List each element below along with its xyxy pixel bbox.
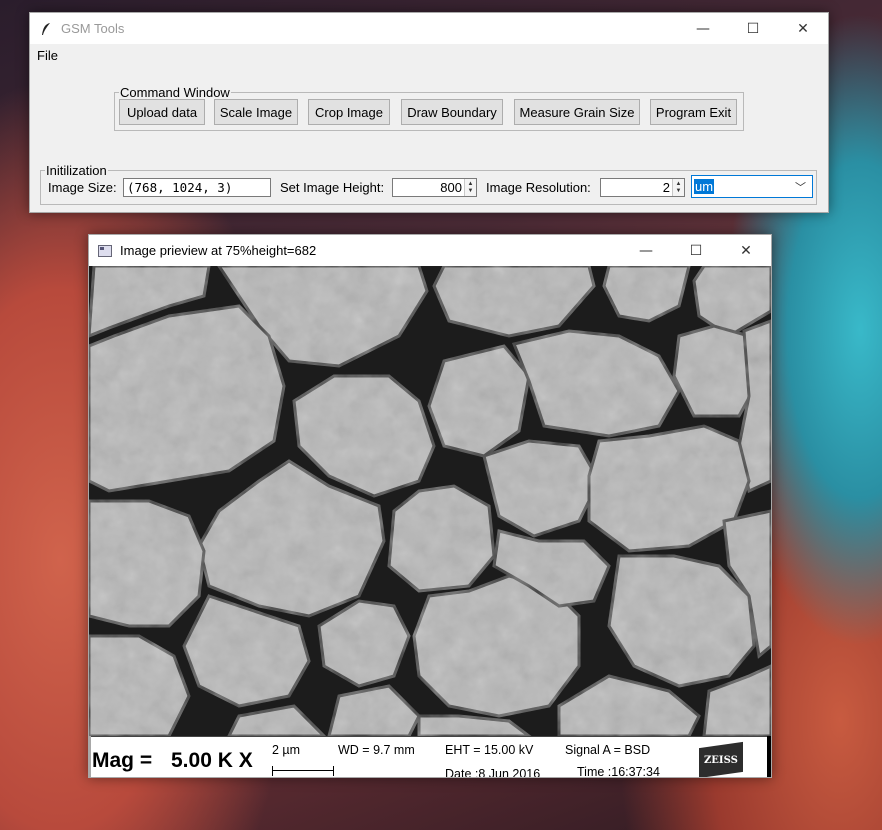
unit-combobox[interactable]: um ﹀	[691, 175, 813, 198]
crop-image-button[interactable]: Crop Image	[308, 99, 390, 125]
scale-bar-label: 2 µm	[272, 743, 301, 757]
date-readout: Date :8 Jun 2016	[445, 767, 541, 777]
scale-image-button[interactable]: Scale Image	[214, 99, 298, 125]
minimize-button[interactable]: —	[678, 13, 728, 44]
mag-label: Mag =	[92, 749, 153, 772]
image-preview-window: Image prieview at 75%height=682 — ☐ ✕ Ma…	[88, 234, 772, 778]
mag-value: 5.00 K X	[171, 749, 253, 772]
initialization-legend: Initilization	[46, 163, 107, 178]
minimize-button[interactable]: —	[621, 235, 671, 266]
spin-arrows-icon[interactable]: ▲ ▼	[464, 179, 476, 196]
image-height-value: 800	[440, 180, 462, 195]
command-window-legend: Command Window	[120, 85, 230, 100]
zeiss-logo: ZEISS	[699, 741, 743, 777]
menubar: File	[30, 44, 828, 66]
measure-grain-size-button[interactable]: Measure Grain Size	[514, 99, 640, 125]
time-readout: Time :16:37:34	[577, 765, 660, 777]
wd-readout: WD = 9.7 mm	[338, 743, 415, 757]
sem-micrograph-image: Mag = 5.00 K X 2 µm WD = 9.7 mm EHT = 15…	[89, 266, 771, 777]
upload-data-button[interactable]: Upload data	[119, 99, 205, 125]
gsm-tools-window: GSM Tools — ☐ ✕ File Command Window Uplo…	[29, 12, 829, 213]
preview-titlebar[interactable]: Image prieview at 75%height=682 — ☐ ✕	[89, 235, 771, 266]
signal-readout: Signal A = BSD	[565, 743, 651, 757]
zeiss-logo-text: ZEISS	[704, 754, 738, 766]
main-window-title: GSM Tools	[61, 21, 125, 36]
program-exit-button[interactable]: Program Exit	[650, 99, 737, 125]
draw-boundary-button[interactable]: Draw Boundary	[401, 99, 503, 125]
spin-arrows-icon[interactable]: ▲ ▼	[672, 179, 684, 196]
eht-readout: EHT = 15.00 kV	[445, 743, 534, 757]
main-titlebar[interactable]: GSM Tools — ☐ ✕	[30, 13, 828, 44]
maximize-button[interactable]: ☐	[728, 13, 778, 44]
window-app-icon	[98, 244, 112, 258]
set-image-height-label: Set Image Height:	[280, 180, 385, 195]
image-size-field[interactable]: (768, 1024, 3)	[123, 178, 271, 197]
preview-window-title: Image prieview at 75%height=682	[120, 243, 317, 258]
chevron-down-icon[interactable]: ﹀	[795, 179, 806, 195]
image-resolution-value: 2	[662, 180, 670, 195]
close-button[interactable]: ✕	[721, 235, 771, 266]
image-resolution-spinbox[interactable]: 2 ▲ ▼	[600, 178, 685, 197]
feather-icon	[39, 22, 53, 36]
scale-bar	[272, 766, 334, 776]
unit-selected-value: um	[694, 179, 715, 194]
menu-file[interactable]: File	[37, 48, 58, 63]
image-resolution-label: Image Resolution:	[486, 180, 591, 195]
close-button[interactable]: ✕	[778, 13, 828, 44]
grain-micrograph	[89, 266, 771, 777]
image-size-label: Image Size:	[48, 180, 117, 195]
sem-info-bar: Mag = 5.00 K X 2 µm WD = 9.7 mm EHT = 15…	[91, 736, 767, 777]
image-height-spinbox[interactable]: 800 ▲ ▼	[392, 178, 477, 197]
maximize-button[interactable]: ☐	[671, 235, 721, 266]
